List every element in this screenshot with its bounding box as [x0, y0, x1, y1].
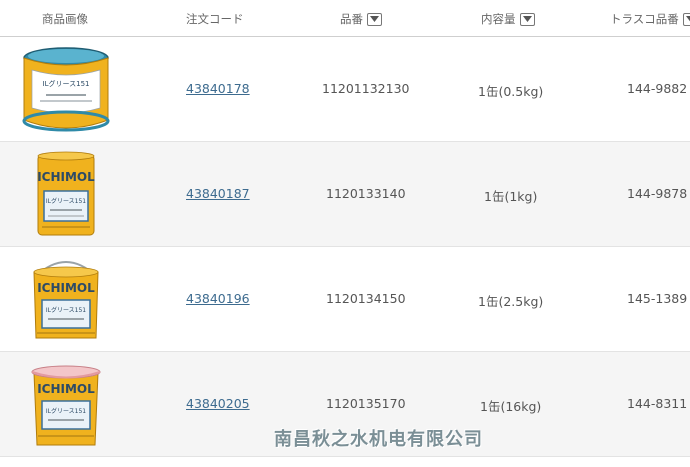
chevron-down-icon [522, 16, 532, 22]
chevron-down-icon [370, 16, 379, 22]
part-no: 1120134150 [326, 291, 406, 306]
sort-part-no-button[interactable] [367, 12, 382, 26]
watermark-text: 南昌秋之水机电有限公司 [274, 429, 483, 450]
product-image[interactable]: ICHIMOL ILグリース151 [16, 254, 116, 344]
header-trusco-no: トラスコ品番 [610, 11, 690, 27]
header-content: 内容量 [481, 11, 535, 27]
order-code-link[interactable]: 43840187 [186, 186, 250, 201]
content-amount: 1缶(2.5kg) [478, 294, 544, 309]
trusco-no: 144-8311 [627, 396, 688, 411]
table-header: 商品画像 注文コード 品番 内容量 トラスコ品番 [0, 0, 690, 37]
header-order-code: 注文コード [186, 11, 244, 27]
can-brand-text: ICHIMOL [37, 281, 95, 295]
table-row: ILグリース151 43840178 11201132130 1缶(0.5kg)… [0, 37, 690, 142]
trusco-no: 145-1389 [627, 291, 688, 306]
can-brand-text: ICHIMOL [37, 170, 95, 184]
header-image-label: 商品画像 [42, 12, 88, 26]
table-row: ICHIMOL ILグリース151 43840196 1120134150 1缶… [0, 247, 690, 352]
part-no: 1120133140 [326, 186, 406, 201]
can-brand-text: ICHIMOL [37, 382, 95, 396]
can-label-text: ILグリース151 [46, 197, 86, 205]
header-order-code-label: 注文コード [186, 12, 244, 26]
part-no: 1120135170 [326, 396, 406, 411]
trusco-no: 144-9882 [627, 81, 688, 96]
sort-trusco-no-button[interactable] [682, 12, 690, 26]
content-amount: 1缶(0.5kg) [478, 84, 544, 99]
sort-content-button[interactable] [519, 12, 535, 26]
product-image[interactable]: ICHIMOL ILグリース151 [16, 359, 116, 449]
part-no: 11201132130 [322, 81, 410, 96]
product-image[interactable]: ILグリース151 [16, 44, 116, 134]
table-row: ICHIMOL ILグリース151 43840187 1120133140 1缶… [0, 142, 690, 247]
order-code-link[interactable]: 43840205 [186, 396, 250, 411]
order-code-link[interactable]: 43840178 [186, 81, 250, 96]
header-part-no: 品番 [340, 11, 382, 27]
trusco-no: 144-9878 [627, 186, 688, 201]
header-content-label: 内容量 [481, 12, 516, 26]
header-part-no-label: 品番 [340, 12, 363, 26]
can-label-text: ILグリース151 [46, 306, 86, 314]
content-amount: 1缶(1kg) [484, 189, 538, 204]
can-label-text: ILグリース151 [43, 79, 90, 88]
content-amount: 1缶(16kg) [480, 399, 542, 414]
order-code-link[interactable]: 43840196 [186, 291, 250, 306]
product-image[interactable]: ICHIMOL ILグリース151 [16, 149, 116, 239]
chevron-down-icon [685, 16, 690, 22]
header-image: 商品画像 [42, 11, 88, 27]
can-label-text: ILグリース151 [46, 407, 86, 415]
header-trusco-no-label: トラスコ品番 [610, 12, 679, 26]
